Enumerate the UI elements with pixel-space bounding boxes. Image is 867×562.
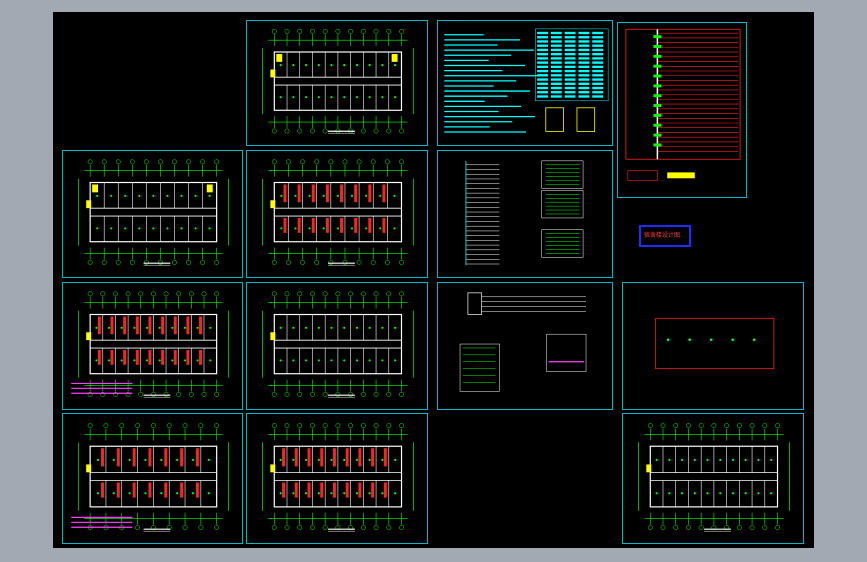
sheet-graphic: [77, 159, 229, 266]
sheet-graphic: [459, 292, 587, 392]
floor-plan: [262, 159, 414, 266]
drawing-sheet-s12[interactable]: [246, 413, 428, 544]
cad-model-space[interactable]: [53, 12, 814, 548]
floor-plan: [71, 291, 229, 398]
stamp-text: 宿舍楼设计图: [644, 232, 681, 239]
sheet-graphic: [71, 291, 229, 398]
sheet-graphic: [638, 423, 790, 532]
sheet-graphic: [71, 423, 229, 532]
floor-plan: [638, 423, 790, 532]
design-notes: [444, 28, 609, 133]
floor-plan: [77, 159, 229, 266]
riser-diagram: [465, 160, 584, 266]
drawing-sheet-s3[interactable]: [617, 22, 747, 198]
sheet-graphic: [262, 423, 414, 532]
drawing-sheet-s5[interactable]: [62, 150, 243, 278]
sheet-graphic: [465, 160, 584, 266]
floor-plan: [71, 423, 229, 532]
load-schedule: [625, 28, 741, 181]
floor-plan: [262, 423, 414, 532]
drawing-sheet-s11[interactable]: [62, 413, 243, 544]
drawing-sheet-s8[interactable]: [62, 282, 243, 410]
title-stamp: 宿舍楼设计图: [639, 225, 691, 247]
drawing-sheet-s4[interactable]: [437, 150, 613, 278]
drawing-sheet-s13[interactable]: [622, 413, 804, 544]
sheet-graphic: [262, 159, 414, 266]
sheet-graphic: [444, 28, 609, 133]
drawing-sheet-s9[interactable]: [246, 282, 428, 410]
sheet-graphic: [262, 291, 414, 398]
floor-plan: [262, 291, 414, 398]
drawing-sheet-s6[interactable]: [246, 150, 428, 278]
floor-plan: [262, 28, 414, 134]
power-system-diagram: [459, 292, 587, 392]
drawing-sheet-s10[interactable]: [622, 282, 804, 410]
sheet-graphic: [262, 28, 414, 134]
sheet-graphic: [625, 28, 741, 181]
drawing-sheet-s2[interactable]: [437, 20, 613, 146]
drawing-sheet-s1[interactable]: [246, 20, 428, 146]
drawing-sheet-s7[interactable]: [437, 282, 613, 410]
sheet-graphic: [655, 317, 775, 370]
layout-plan: [655, 317, 775, 370]
